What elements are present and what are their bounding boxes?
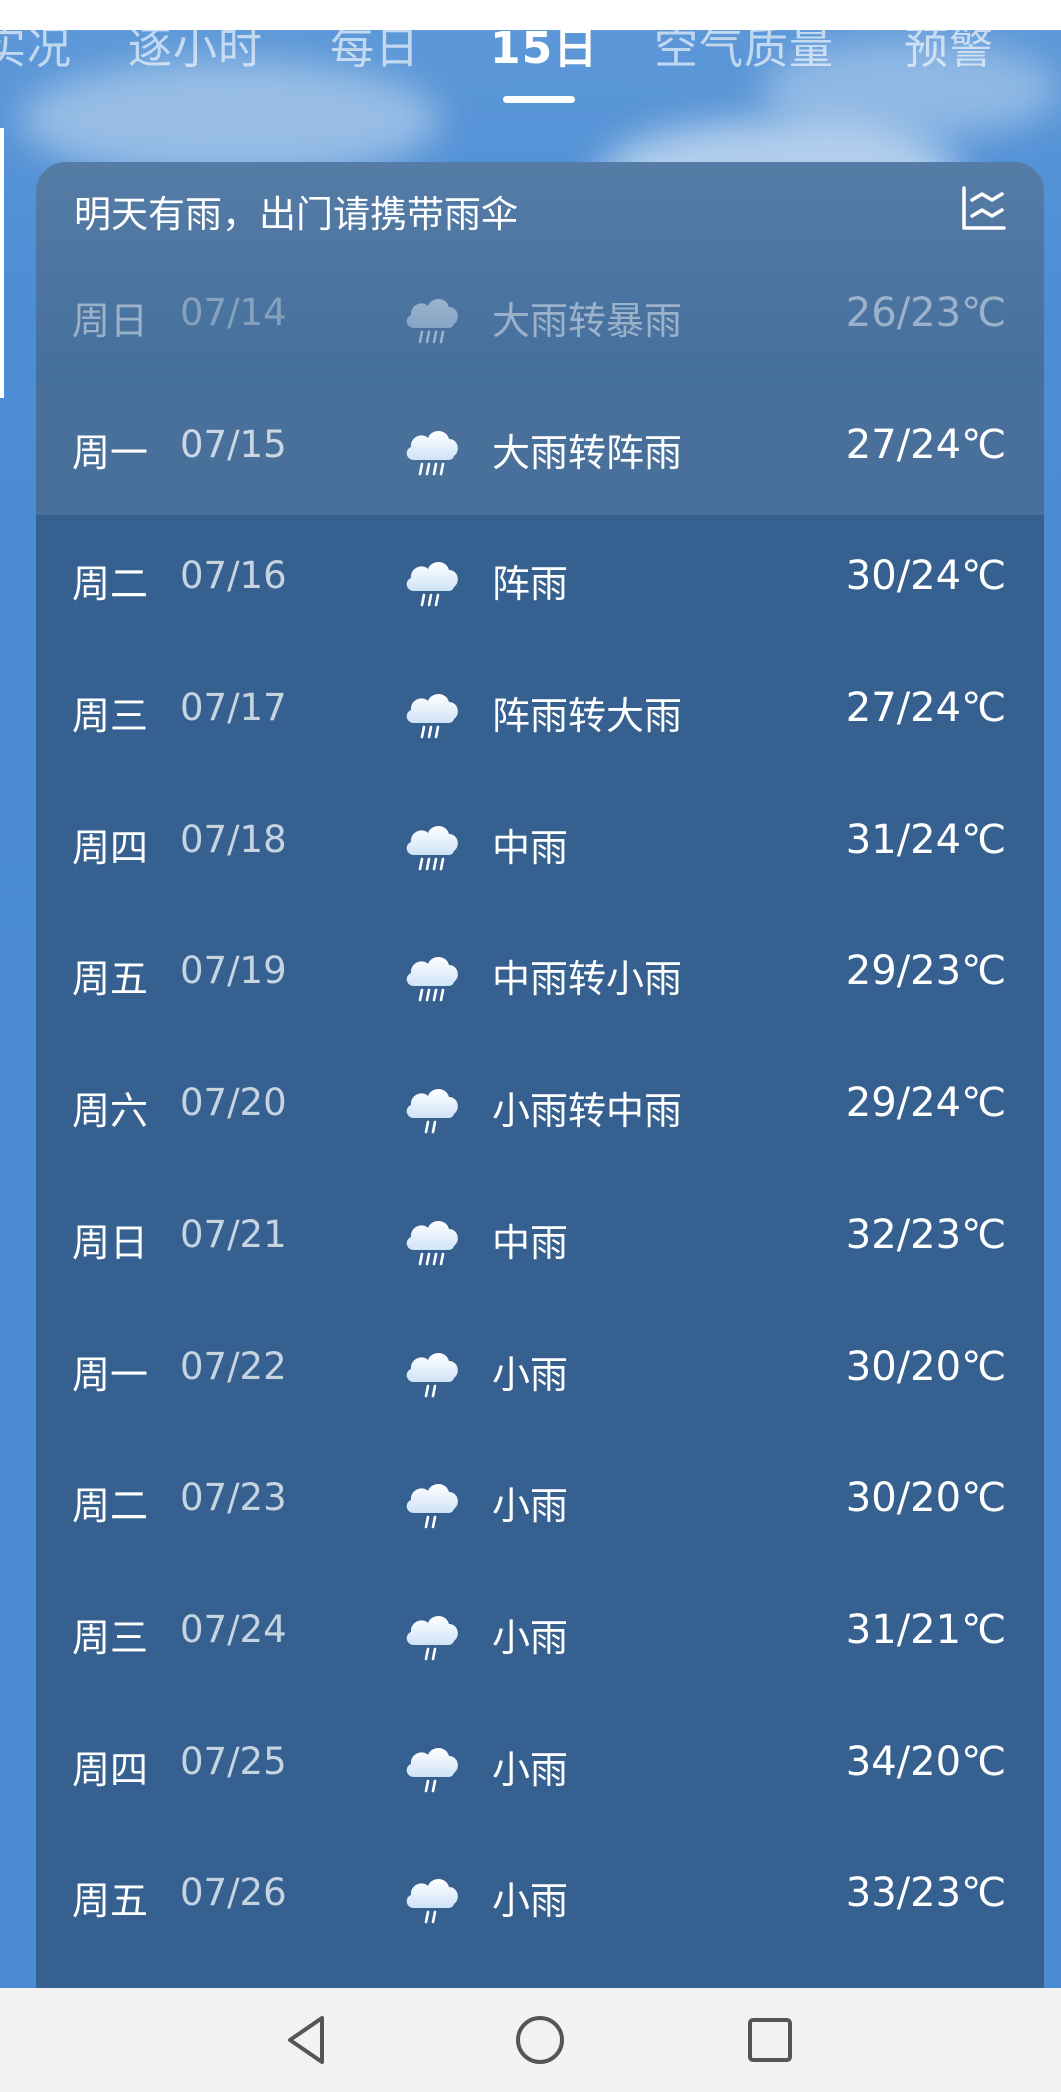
forecast-row[interactable]: 周三 07/17 阵雨转大雨 27/24℃ — [36, 647, 1044, 779]
forecast-weekday: 周一 — [72, 430, 149, 475]
light-rain-icon — [400, 1340, 464, 1404]
tab-daily[interactable]: 每日 — [330, 12, 420, 76]
light-rain-icon — [400, 1471, 464, 1535]
forecast-temperature: 30/20℃ — [845, 1343, 1006, 1390]
forecast-weekday: 周四 — [72, 1747, 149, 1792]
forecast-temperature: 27/24℃ — [845, 685, 1006, 732]
forecast-row[interactable]: 周五 07/19 中雨转小雨 29/23℃ — [36, 910, 1044, 1042]
moderate-rain-icon — [400, 813, 464, 877]
forecast-date: 07/18 — [180, 817, 287, 861]
forecast-tab-bar: 实况 逐小时 每日 15日 空气质量 预警 — [0, 0, 1061, 120]
forecast-weekday: 周六 — [72, 1089, 149, 1134]
forecast-date: 07/26 — [180, 1871, 287, 1915]
recents-square-icon[interactable] — [740, 2010, 800, 2070]
forecast-temperature: 27/24℃ — [845, 421, 1006, 468]
forecast-temperature: 31/21℃ — [845, 1606, 1006, 1653]
forecast-row[interactable]: 周一 07/15 大雨转阵雨 27/24℃ — [36, 383, 1044, 516]
forecast-date: 07/25 — [180, 1739, 287, 1783]
forecast-weekday: 周五 — [72, 1879, 149, 1924]
tab-air-quality[interactable]: 空气质量 — [654, 12, 834, 76]
forecast-condition: 小雨转中雨 — [492, 1089, 683, 1134]
shower-icon — [400, 549, 464, 613]
forecast-date: 07/14 — [180, 291, 287, 334]
forecast-row[interactable]: 周四 07/25 小雨 34/20℃ — [36, 1701, 1044, 1833]
forecast-weekday: 周三 — [72, 1615, 149, 1660]
forecast-condition: 小雨 — [492, 1615, 569, 1660]
forecast-temperature: 26/23℃ — [845, 290, 1006, 336]
chart-lines-icon[interactable] — [960, 184, 1006, 232]
forecast-card: 明天有雨，出门请携带雨伞 周日 07/14 大雨转暴雨 26/23℃ 周一 07/15 大雨… — [36, 162, 1044, 1988]
forecast-condition: 大雨转暴雨 — [492, 299, 683, 343]
forecast-weekday: 周日 — [72, 1220, 149, 1265]
tab-alerts[interactable]: 预警 — [904, 12, 994, 76]
forecast-temperature: 29/24℃ — [845, 1080, 1006, 1127]
forecast-row[interactable]: 周三 07/24 小雨 31/21℃ — [36, 1569, 1044, 1701]
forecast-condition: 小雨 — [492, 1484, 569, 1529]
forecast-temperature: 30/20℃ — [845, 1475, 1006, 1522]
forecast-row[interactable]: 周二 07/16 阵雨 30/24℃ — [36, 515, 1044, 647]
forecast-condition: 阵雨 — [492, 562, 569, 607]
forecast-date: 07/15 — [180, 422, 287, 466]
moderate-rain-icon — [400, 944, 464, 1008]
forecast-condition: 阵雨转大雨 — [492, 694, 683, 739]
light-rain-icon — [400, 1076, 464, 1140]
forecast-condition: 小雨 — [492, 1879, 569, 1924]
edge-strip — [0, 128, 4, 398]
forecast-date: 07/17 — [180, 686, 287, 730]
rain-reminder: 明天有雨，出门请携带雨伞 — [74, 193, 518, 236]
system-navigation-bar — [0, 1988, 1061, 2092]
forecast-weekday: 周日 — [72, 299, 149, 343]
forecast-temperature: 33/23℃ — [845, 1870, 1006, 1917]
forecast-temperature: 32/23℃ — [845, 1211, 1006, 1258]
forecast-temperature: 31/24℃ — [845, 816, 1006, 863]
forecast-row[interactable]: 周日 07/21 中雨 32/23℃ — [36, 1174, 1044, 1306]
moderate-rain-icon — [400, 1208, 464, 1272]
forecast-date: 07/19 — [180, 949, 287, 993]
forecast-temperature: 34/20℃ — [845, 1738, 1006, 1785]
heavy-rain-icon — [400, 286, 464, 350]
heavy-rain-icon — [400, 418, 464, 482]
forecast-date: 07/20 — [180, 1081, 287, 1125]
forecast-date: 07/16 — [180, 554, 287, 598]
forecast-weekday: 周三 — [72, 694, 149, 739]
forecast-weekday: 周二 — [72, 562, 149, 607]
forecast-list: 周日 07/14 大雨转暴雨 26/23℃ 周一 07/15 大雨转阵雨 27/24℃ 周二 07… — [36, 252, 1044, 1964]
forecast-row[interactable]: 周日 07/14 大雨转暴雨 26/23℃ — [36, 252, 1044, 384]
forecast-temperature: 30/24℃ — [845, 553, 1006, 600]
forecast-date: 07/21 — [180, 1212, 287, 1256]
forecast-date: 07/22 — [180, 1344, 287, 1388]
forecast-date: 07/24 — [180, 1607, 287, 1651]
tab-realtime[interactable]: 实况 — [0, 12, 72, 76]
light-rain-icon — [400, 1866, 464, 1930]
forecast-condition: 中雨 — [492, 825, 569, 870]
forecast-condition: 大雨转阵雨 — [492, 430, 683, 475]
forecast-condition: 中雨 — [492, 1220, 569, 1265]
back-triangle-icon[interactable] — [278, 2010, 338, 2070]
forecast-temperature: 29/23℃ — [845, 948, 1006, 995]
shower-icon — [400, 681, 464, 745]
forecast-weekday: 周一 — [72, 1352, 149, 1397]
tab-15-day[interactable]: 15日 — [490, 12, 598, 76]
light-rain-icon — [400, 1735, 464, 1799]
forecast-row[interactable]: 周二 07/23 小雨 30/20℃ — [36, 1437, 1044, 1569]
forecast-condition: 小雨 — [492, 1352, 569, 1397]
light-rain-icon — [400, 1603, 464, 1667]
forecast-row[interactable]: 周六 07/20 小雨转中雨 29/24℃ — [36, 1042, 1044, 1174]
active-tab-indicator — [503, 96, 575, 103]
home-circle-icon[interactable] — [510, 2010, 570, 2070]
forecast-row[interactable]: 周四 07/18 中雨 31/24℃ — [36, 779, 1044, 911]
forecast-condition: 中雨转小雨 — [492, 957, 683, 1002]
tab-hourly[interactable]: 逐小时 — [128, 12, 263, 76]
forecast-row[interactable]: 周一 07/22 小雨 30/20℃ — [36, 1306, 1044, 1438]
forecast-weekday: 周四 — [72, 825, 149, 870]
forecast-weekday: 周五 — [72, 957, 149, 1002]
forecast-weekday: 周二 — [72, 1484, 149, 1529]
forecast-row[interactable]: 周五 07/26 小雨 33/23℃ — [36, 1832, 1044, 1964]
forecast-condition: 小雨 — [492, 1747, 569, 1792]
forecast-date: 07/23 — [180, 1476, 287, 1520]
